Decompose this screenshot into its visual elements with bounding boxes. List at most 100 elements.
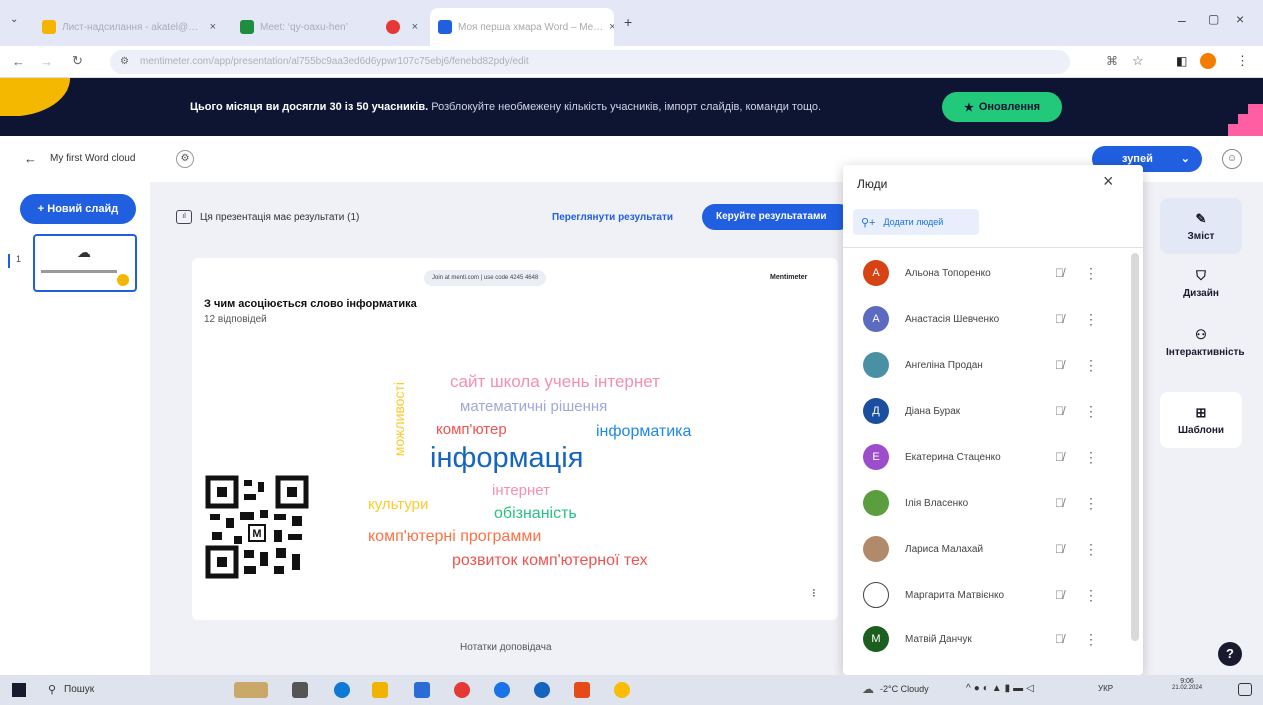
browser-tab-1[interactable]: Лист-надсилання - akatel@… × [34, 8, 224, 46]
mentimeter-icon [438, 20, 452, 34]
banner-decoration-left [0, 78, 70, 116]
new-slide-button[interactable]: + Новий слайд [20, 194, 136, 224]
mic-off-icon: 🎙̸ [1055, 496, 1064, 510]
weather-text[interactable]: -2°C Cloudy [880, 684, 929, 694]
avatar: А [863, 306, 889, 332]
mic-off-icon: 🎙̸ [1055, 358, 1064, 372]
scrollbar[interactable] [1131, 253, 1139, 641]
sidepanel-icon[interactable]: ◧ [1176, 54, 1187, 68]
slide-question: З чим асоціюється слово інформатика [204, 298, 417, 310]
more-options-icon[interactable]: ⋮ [1084, 403, 1098, 420]
person-row[interactable]: Маргарита Матвієнко 🎙̸ ⋮ [863, 577, 1123, 613]
avatar: А [863, 260, 889, 286]
presentation-title[interactable]: My first Word cloud [50, 153, 135, 164]
app-icon[interactable] [494, 682, 510, 698]
banner-message: Розблокуйте необмежену кількість учасник… [431, 101, 822, 113]
taskbar-search[interactable]: Пошук [64, 684, 94, 695]
translate-icon[interactable]: ⌘ [1106, 54, 1118, 68]
app-icon[interactable] [454, 682, 470, 698]
person-row[interactable]: А Альона Топоренко 🎙̸ ⋮ [863, 255, 1123, 291]
language-indicator[interactable]: УКР [1098, 684, 1113, 693]
manage-results-button[interactable]: Керуйте результатами [702, 204, 852, 230]
mentimeter-logo: Mentimeter [770, 274, 808, 281]
more-options-icon[interactable]: ⋮ [1084, 449, 1098, 466]
search-icon[interactable]: ⚲ [48, 683, 56, 696]
close-icon[interactable]: × [210, 21, 216, 33]
back-icon[interactable]: ← [12, 54, 25, 69]
close-icon[interactable]: × [609, 21, 614, 33]
explorer-icon[interactable] [372, 682, 388, 698]
slide-number: 1 [16, 254, 22, 264]
bookmark-star-icon[interactable]: ☆ [1132, 53, 1144, 69]
person-row[interactable]: Лариса Малахай 🎙̸ ⋮ [863, 531, 1123, 567]
person-row[interactable]: Е Екатерина Стаценко 🎙̸ ⋮ [863, 439, 1123, 475]
address-bar[interactable]: ⚙ mentimeter.com/app/presentation/al755b… [110, 50, 1070, 74]
templates-tab[interactable]: ⊞ Шаблони [1160, 392, 1242, 448]
svg-text:M: M [252, 528, 261, 540]
add-people-button[interactable]: ⚲+ Додати людей [853, 209, 979, 235]
app-icon[interactable] [534, 682, 550, 698]
widgets-icon[interactable] [234, 682, 268, 698]
person-row[interactable]: М Матвій Данчук 🎙̸ ⋮ [863, 621, 1123, 657]
reload-icon[interactable]: ↻ [72, 53, 83, 69]
site-info-icon[interactable]: ⚙ [120, 50, 129, 74]
forward-icon[interactable]: → [40, 54, 53, 69]
word-cloud-item: розвиток комп'ютерної тех [452, 552, 648, 569]
more-options-icon[interactable]: ⋮ [1084, 495, 1098, 512]
new-tab-icon[interactable]: + [624, 14, 632, 30]
minimize-icon[interactable]: – [1178, 12, 1186, 28]
browser-tab-3[interactable]: × [378, 8, 426, 46]
help-button[interactable]: ? [1218, 642, 1242, 666]
view-results-link[interactable]: Переглянути результати [552, 212, 673, 223]
windows-start-icon[interactable] [12, 683, 26, 697]
upgrade-button[interactable]: ★ Оновлення [942, 92, 1062, 122]
store-icon[interactable] [414, 682, 430, 698]
task-view-icon[interactable] [292, 682, 308, 698]
person-row[interactable]: Д Діана Бурак 🎙̸ ⋮ [863, 393, 1123, 429]
interactivity-tab[interactable]: ⚇ Інтерактивність [1160, 312, 1245, 372]
browser-menu-icon[interactable]: ⋮ [1236, 53, 1249, 69]
avatar: Е [863, 444, 889, 470]
window-close-icon[interactable]: × [1236, 11, 1244, 27]
person-row[interactable]: Ангеліна Продан 🎙̸ ⋮ [863, 347, 1123, 383]
avatar [863, 582, 889, 608]
browser-tab-2[interactable]: Meet: ‘qy-oaxu-hen’ [232, 8, 372, 46]
system-tray-icons[interactable]: ^●◐▲▮▬◁ [966, 683, 1037, 694]
slide-preview[interactable]: Join at menti.com | use code 4245 4648 M… [192, 258, 838, 620]
close-icon[interactable]: × [1103, 171, 1114, 192]
more-options-icon[interactable]: ⋮ [1084, 357, 1098, 374]
word-cloud-item: інтернет [492, 482, 551, 499]
settings-icon[interactable]: ⚙ [176, 150, 194, 168]
more-options-icon[interactable]: ⋮ [1084, 587, 1098, 604]
person-row[interactable]: Ілія Власенко 🎙̸ ⋮ [863, 485, 1123, 521]
more-options-icon[interactable]: ⋮ [1084, 265, 1098, 282]
browser-tab-4-active[interactable]: Моя перша хмара Word – Me… × [430, 8, 614, 46]
edge-icon[interactable] [334, 682, 350, 698]
results-info-text: Ця презентація має результати (1) [200, 212, 360, 223]
chrome-icon[interactable] [614, 682, 630, 698]
profile-avatar[interactable] [1200, 53, 1216, 69]
more-options-icon[interactable]: ⋮ [1084, 541, 1098, 558]
notifications-icon[interactable] [1238, 683, 1252, 696]
slide-thumbnail[interactable]: ☁ [33, 234, 137, 292]
user-avatar[interactable]: ☺ [1222, 149, 1242, 169]
upgrade-banner: Цього місяця ви досягли 30 із 50 учасник… [0, 78, 1263, 136]
pencil-icon: ✎ [1195, 210, 1207, 226]
close-icon[interactable]: × [412, 21, 418, 33]
person-row[interactable]: А Анастасія Шевченко 🎙̸ ⋮ [863, 301, 1123, 337]
app-icon[interactable] [574, 682, 590, 698]
mic-off-icon: 🎙̸ [1055, 266, 1064, 280]
maximize-icon[interactable]: ▢ [1208, 12, 1219, 26]
tab-search-icon[interactable]: ⌄ [10, 14, 18, 25]
more-options-icon[interactable]: ⋮ [1084, 631, 1098, 648]
design-tab[interactable]: ⛉ Дизайн [1160, 258, 1242, 308]
paint-bucket-icon: ⛉ [1196, 267, 1206, 283]
mic-off-icon: 🎙̸ [1055, 542, 1064, 556]
word-cloud-item: комп'ютер [436, 421, 507, 438]
clock[interactable]: 9:06 21.02.2024 [1172, 678, 1202, 691]
more-options-icon[interactable]: ⋮ [1084, 311, 1098, 328]
content-tab[interactable]: ✎ Зміст [1160, 198, 1242, 254]
speaker-notes[interactable]: Нотатки доповідача [460, 642, 552, 653]
back-arrow-icon[interactable]: ← [24, 151, 37, 166]
divider [843, 247, 1143, 248]
